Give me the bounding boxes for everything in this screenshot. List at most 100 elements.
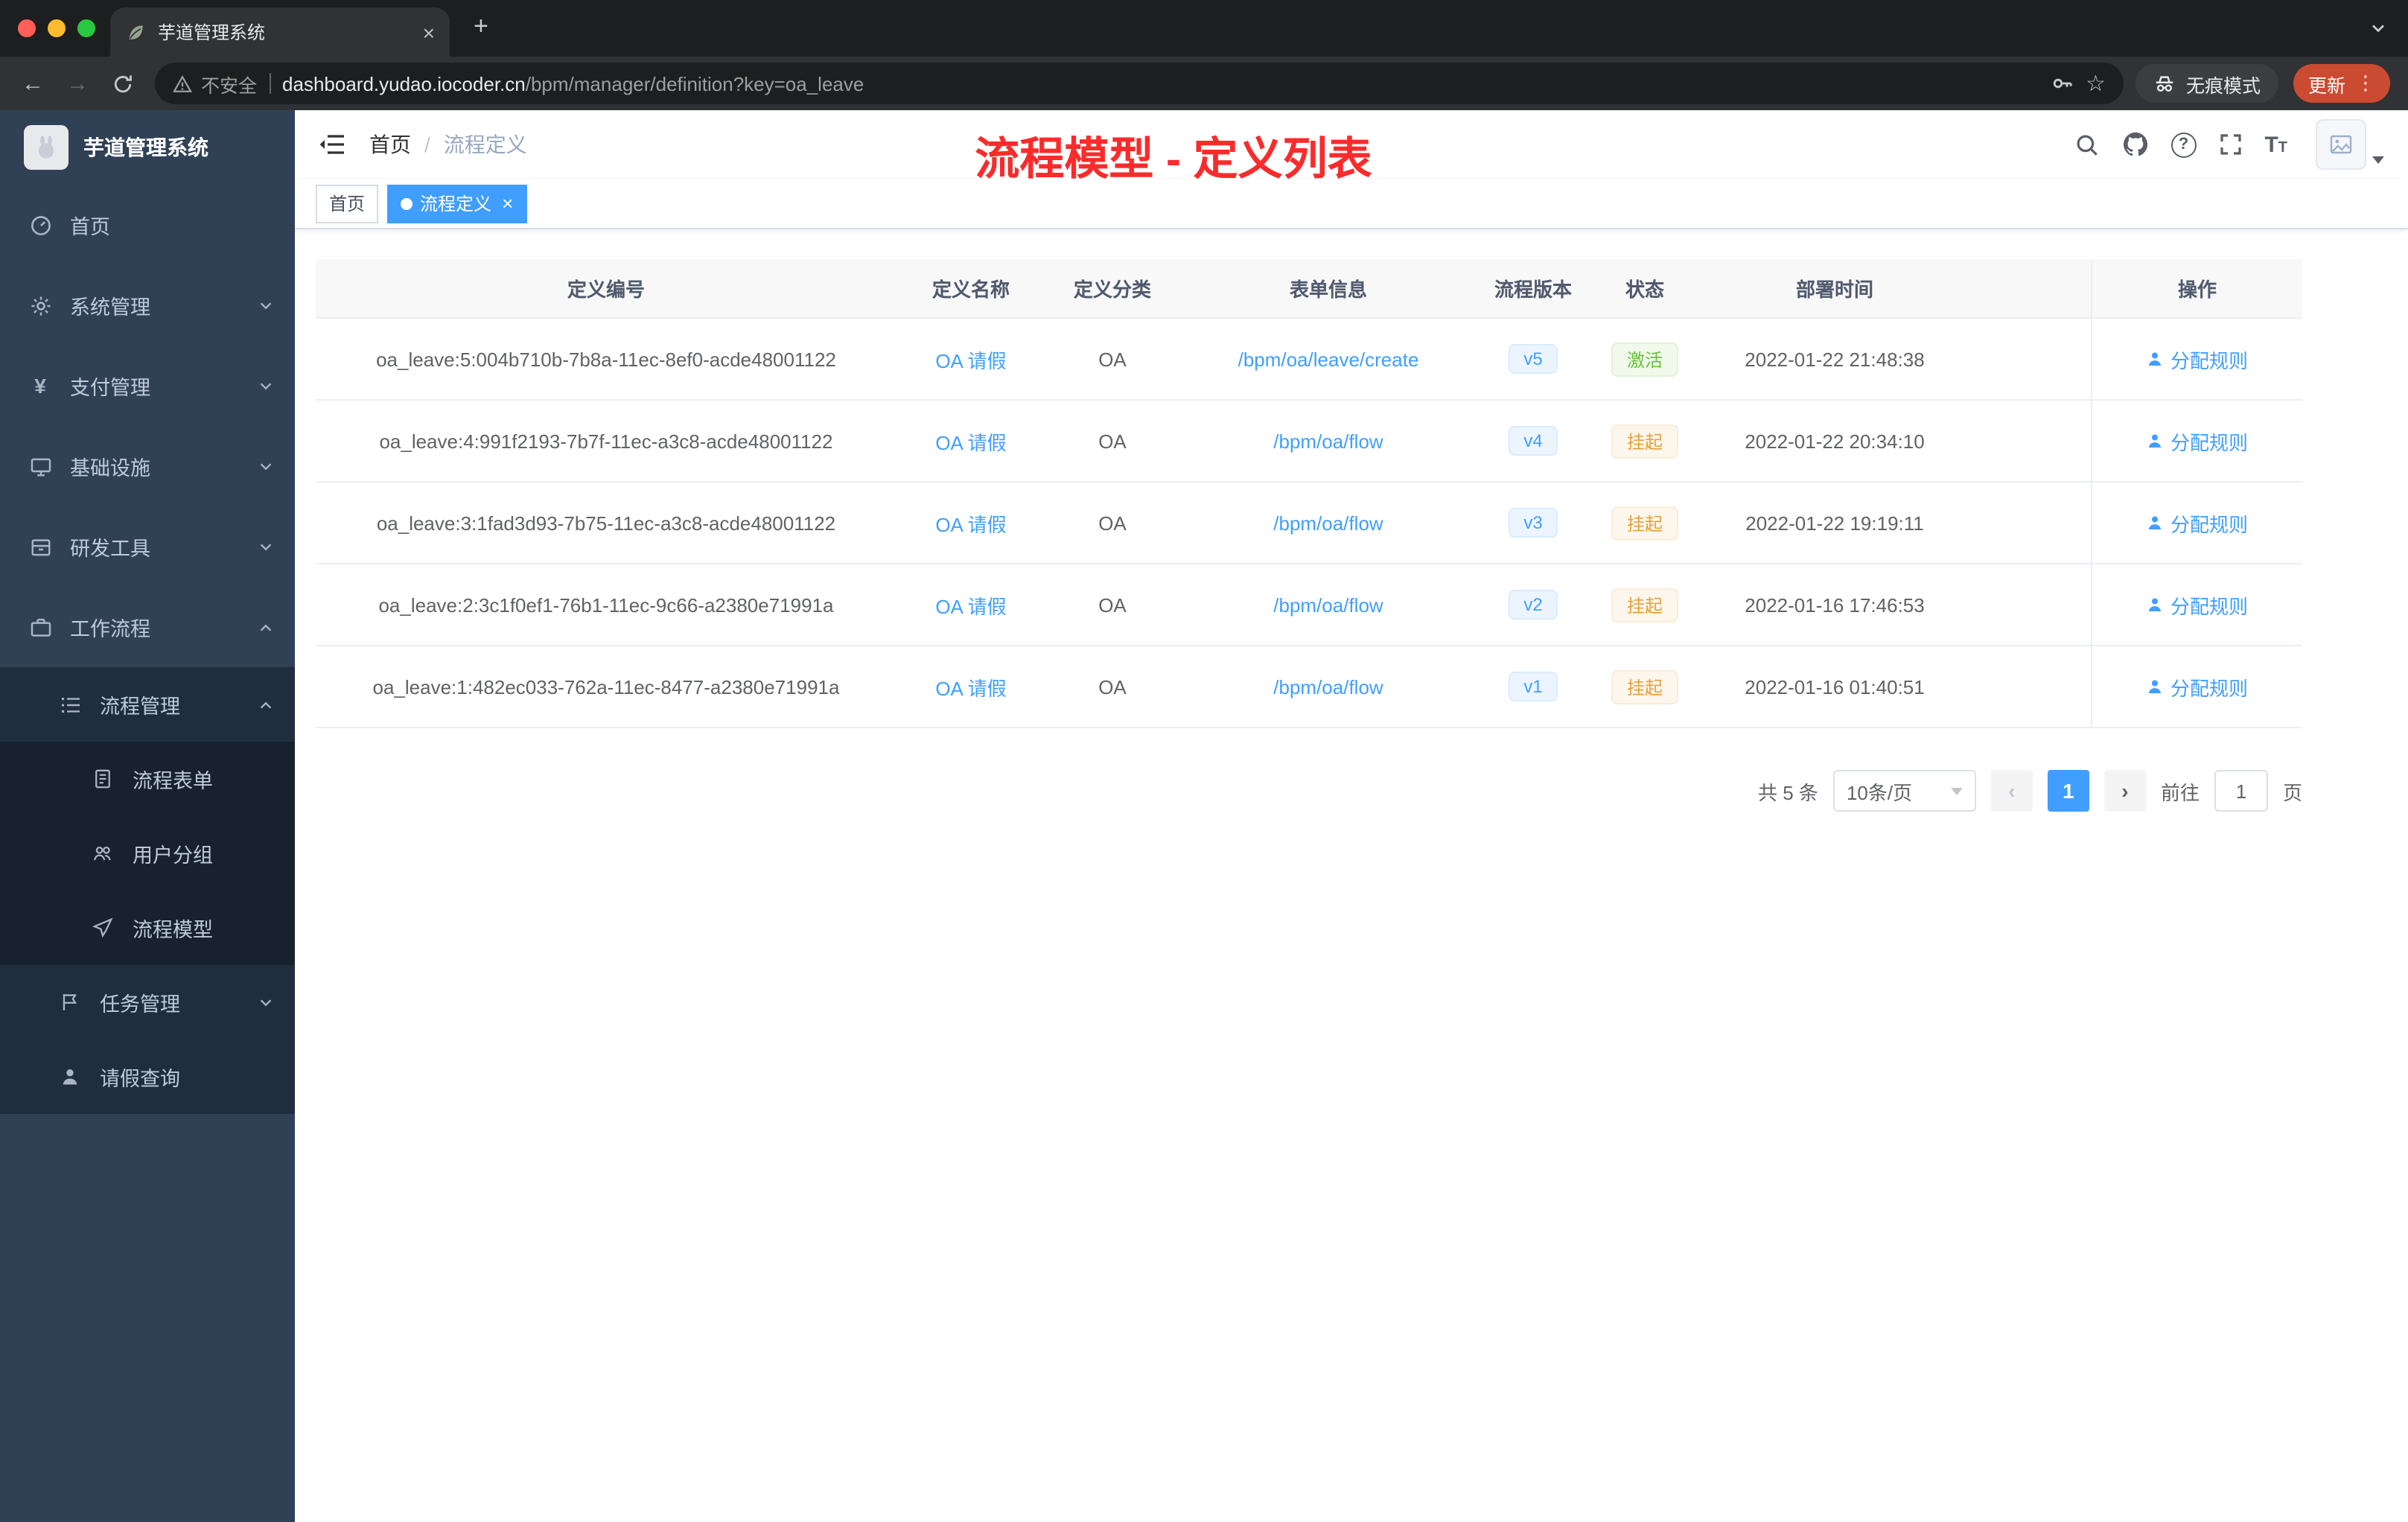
browser-tab-strip: 芋道管理系统 × + xyxy=(0,0,2408,57)
definition-id: oa_leave:5:004b710b-7b8a-11ec-8ef0-acde4… xyxy=(376,348,836,370)
sidebar-collapse-icon[interactable] xyxy=(319,133,345,156)
definition-category: OA xyxy=(1098,512,1127,534)
form-link[interactable]: /bpm/oa/flow xyxy=(1273,593,1383,616)
incognito-label: 无痕模式 xyxy=(2185,75,2261,96)
browser-toolbar: ← → 不安全 dashboard.yudao.iocoder.cn/bpm/m… xyxy=(0,57,2408,110)
sidebar-logo[interactable]: 芋道管理系统 xyxy=(0,110,295,185)
forward-button[interactable]: → xyxy=(57,63,98,104)
definition-category: OA xyxy=(1098,430,1127,452)
password-key-icon[interactable] xyxy=(2050,71,2074,95)
minimize-window-button[interactable] xyxy=(48,19,66,37)
reload-button[interactable] xyxy=(101,63,143,104)
tag-process-definition[interactable]: 流程定义 × xyxy=(387,184,527,223)
prev-page-button[interactable]: ‹ xyxy=(1990,770,2033,812)
sidebar-item-payment[interactable]: ¥ 支付管理 xyxy=(0,346,295,426)
bookmark-star-icon[interactable]: ☆ xyxy=(2086,70,2106,97)
url-text: dashboard.yudao.iocoder.cn/bpm/manager/d… xyxy=(282,72,864,95)
avatar[interactable] xyxy=(2316,119,2366,170)
tab-search-chevron-icon[interactable] xyxy=(2369,19,2387,37)
new-tab-button[interactable]: + xyxy=(474,12,488,42)
monitor-icon xyxy=(27,455,54,477)
browser-tab[interactable]: 芋道管理系统 × xyxy=(110,7,450,57)
status-badge: 挂起 xyxy=(1611,588,1678,622)
github-icon[interactable] xyxy=(2121,131,2148,158)
sidebar-item-home[interactable]: 首页 xyxy=(0,185,295,265)
page-content: 定义编号 定义名称 定义分类 表单信息 流程版本 状态 部署时间 操作 oa_l… xyxy=(295,229,2408,812)
sidebar-item-user-group[interactable]: 用户分组 xyxy=(0,816,295,891)
table-row: oa_leave:5:004b710b-7b8a-11ec-8ef0-acde4… xyxy=(316,319,2302,401)
incognito-badge: 无痕模式 xyxy=(2135,64,2278,103)
tab-close-icon[interactable]: × xyxy=(423,20,435,44)
security-status[interactable]: 不安全 xyxy=(173,69,257,98)
sidebar-item-workflow[interactable]: 工作流程 xyxy=(0,587,295,667)
next-page-button[interactable]: › xyxy=(2103,770,2146,812)
status-badge: 挂起 xyxy=(1611,506,1678,540)
url-host: dashboard.yudao.iocoder.cn xyxy=(282,72,526,95)
fullscreen-icon[interactable] xyxy=(2218,133,2242,156)
page-size-select[interactable]: 10条/页 xyxy=(1832,770,1976,812)
definition-name-link[interactable]: OA 请假 xyxy=(935,590,1006,619)
assign-rule-button[interactable]: 分配规则 xyxy=(2147,509,2248,537)
version-tag: v3 xyxy=(1509,508,1558,538)
tag-close-icon[interactable]: × xyxy=(502,192,513,214)
address-bar[interactable]: 不安全 dashboard.yudao.iocoder.cn/bpm/manag… xyxy=(155,63,2124,104)
definition-id: oa_leave:1:482ec033-762a-11ec-8477-a2380… xyxy=(372,675,840,698)
sidebar-item-process-model[interactable]: 流程模型 xyxy=(0,891,295,965)
help-icon[interactable]: ? xyxy=(2170,132,2197,157)
sidebar-item-process-form[interactable]: 流程表单 xyxy=(0,742,295,816)
form-link[interactable]: /bpm/oa/flow xyxy=(1273,675,1383,698)
form-link[interactable]: /bpm/oa/leave/create xyxy=(1238,348,1419,370)
browser-menu-icon[interactable]: ⋮ xyxy=(2356,71,2375,95)
chrome-update-button[interactable]: 更新 ⋮ xyxy=(2293,64,2390,103)
pagination-total: 共 5 条 xyxy=(1758,781,1818,803)
assign-rule-button[interactable]: 分配规则 xyxy=(2147,590,2248,619)
sidebar-item-system[interactable]: 系统管理 xyxy=(0,265,295,346)
sidebar-item-infrastructure[interactable]: 基础设施 xyxy=(0,426,295,506)
page-goto-input[interactable] xyxy=(2214,770,2268,812)
assign-rule-button[interactable]: 分配规则 xyxy=(2147,345,2248,373)
version-tag: v2 xyxy=(1509,590,1558,620)
sidebar-item-leave-query[interactable]: 请假查询 xyxy=(0,1039,295,1114)
window-controls xyxy=(18,19,95,37)
form-link[interactable]: /bpm/oa/flow xyxy=(1273,430,1383,452)
definition-table: 定义编号 定义名称 定义分类 表单信息 流程版本 状态 部署时间 操作 oa_l… xyxy=(316,259,2302,728)
user-avatar-wrap[interactable] xyxy=(2316,119,2384,170)
definition-name-link[interactable]: OA 请假 xyxy=(935,672,1006,701)
sidebar-item-label: 基础设施 xyxy=(70,457,150,480)
search-icon[interactable] xyxy=(2074,132,2099,157)
definition-name-link[interactable]: OA 请假 xyxy=(935,345,1006,373)
app-shell: 芋道管理系统 首页 系统管理 ¥ 支付管理 基础设施 研发工具 工作流程 流程管… xyxy=(0,110,2408,1522)
zoom-window-button[interactable] xyxy=(77,19,95,37)
paper-plane-icon xyxy=(89,917,116,938)
sidebar-item-process-management[interactable]: 流程管理 xyxy=(0,667,295,742)
column-header: 状态 xyxy=(1625,278,1664,301)
url-path: /bpm/manager/definition?key=oa_leave xyxy=(525,72,864,95)
security-label: 不安全 xyxy=(201,75,258,96)
page-number-button[interactable]: 1 xyxy=(2047,770,2089,812)
assign-rule-button[interactable]: 分配规则 xyxy=(2147,427,2248,455)
sidebar-item-dev-tools[interactable]: 研发工具 xyxy=(0,506,295,587)
avatar-caret-icon xyxy=(2372,156,2384,164)
table-row: oa_leave:2:3c1f0ef1-76b1-11ec-9c66-a2380… xyxy=(316,564,2302,646)
definition-category: OA xyxy=(1098,593,1127,616)
definition-name-link[interactable]: OA 请假 xyxy=(935,509,1006,537)
tag-home[interactable]: 首页 xyxy=(316,184,379,223)
deploy-time: 2022-01-16 17:46:53 xyxy=(1745,593,1925,616)
back-button[interactable]: ← xyxy=(12,63,54,104)
sidebar-item-task-management[interactable]: 任务管理 xyxy=(0,965,295,1039)
close-window-button[interactable] xyxy=(18,19,36,37)
assign-rule-button[interactable]: 分配规则 xyxy=(2147,672,2248,701)
version-tag: v5 xyxy=(1509,344,1558,374)
sidebar-item-label: 研发工具 xyxy=(70,538,150,560)
chevron-down-icon xyxy=(258,297,274,313)
font-size-icon[interactable]: TT xyxy=(2264,133,2287,156)
chevron-down-icon xyxy=(258,378,274,394)
form-link[interactable]: /bpm/oa/flow xyxy=(1273,512,1383,534)
select-caret-icon xyxy=(1950,787,1963,795)
breadcrumb-home[interactable]: 首页 xyxy=(369,130,411,159)
deploy-time: 2022-01-22 19:19:11 xyxy=(1745,512,1924,534)
sidebar-item-label: 流程模型 xyxy=(133,919,213,941)
column-header: 定义编号 xyxy=(567,278,645,301)
sidebar-item-label: 流程表单 xyxy=(133,770,213,792)
definition-name-link[interactable]: OA 请假 xyxy=(935,427,1006,455)
